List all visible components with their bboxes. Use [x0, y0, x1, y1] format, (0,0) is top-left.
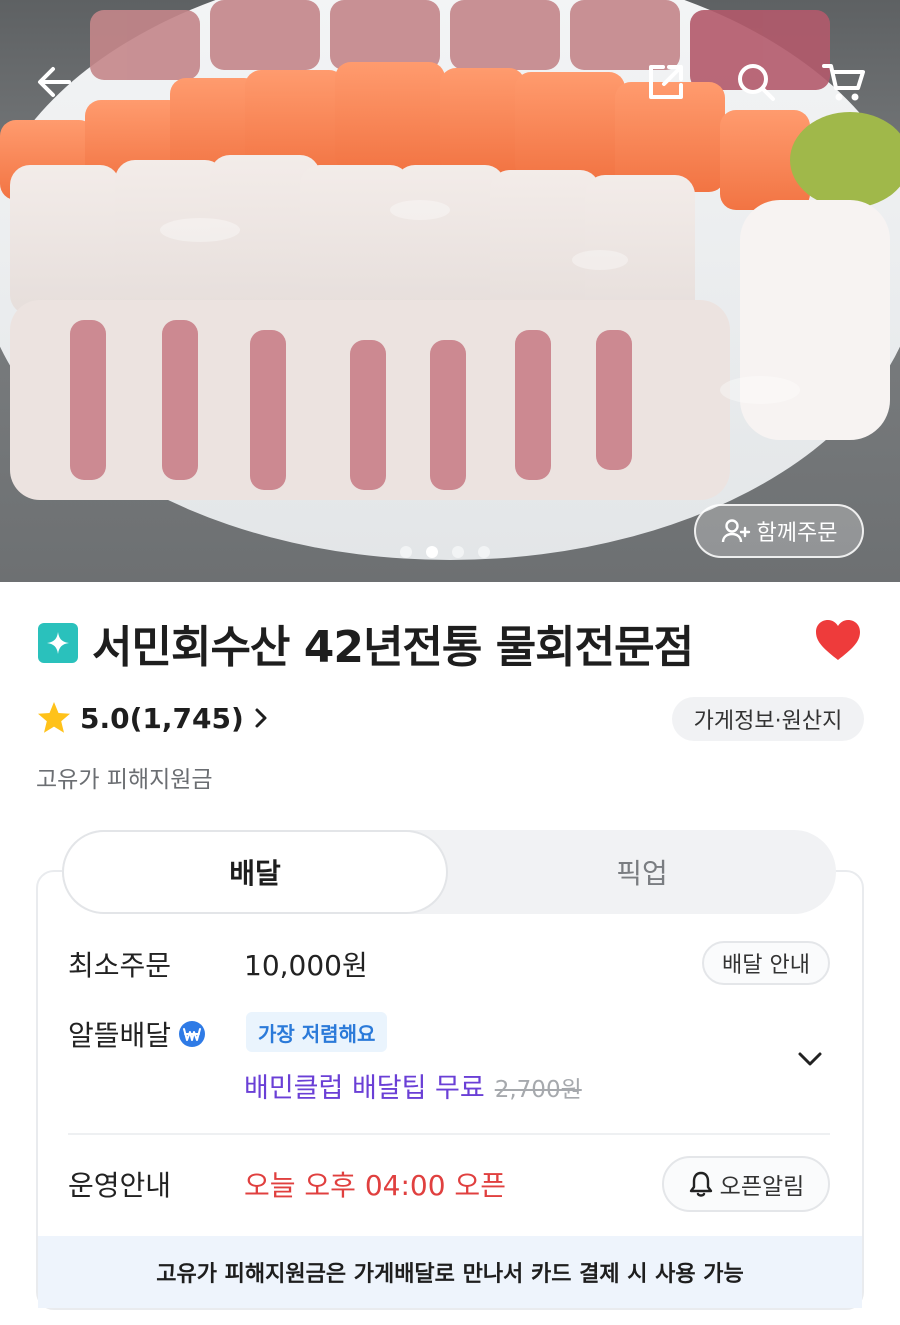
store-badge-icon — [38, 623, 78, 663]
star-icon — [38, 702, 70, 733]
cheapest-tag: 가장 저렴해요 — [246, 1012, 388, 1052]
carousel-dot[interactable] — [452, 546, 464, 558]
share-button[interactable] — [638, 54, 694, 110]
cart-icon — [822, 64, 865, 101]
delivery-info-button[interactable]: 배달 안내 — [702, 941, 830, 985]
hours-label: 운영안내 — [68, 1169, 172, 1202]
carousel-dot-active[interactable] — [426, 546, 438, 558]
rating-link[interactable]: 5.0(1,745) — [36, 698, 270, 738]
baemin-club-text: 배민클럽 배달팁 무료 — [244, 1073, 485, 1104]
group-order-button[interactable]: 함께주문 — [694, 504, 864, 558]
group-order-label: 함께주문 — [756, 521, 838, 546]
baemin-club-tip: 배민클럽 배달팁 무료 2,700원 — [244, 1066, 582, 1105]
carousel-indicator — [400, 546, 490, 558]
search-icon — [738, 64, 775, 101]
sparkle-icon — [47, 632, 69, 654]
rating-score: 5.0(1,745) — [80, 701, 244, 735]
share-icon — [649, 65, 683, 99]
back-button[interactable] — [26, 54, 82, 110]
favorite-button[interactable] — [814, 618, 862, 666]
min-order-value: 10,000원 — [244, 949, 368, 982]
carousel-dot[interactable] — [478, 546, 490, 558]
store-info-button[interactable]: 가게정보·원산지 — [672, 697, 864, 741]
expand-button[interactable] — [792, 1044, 828, 1078]
subsidy-notice: 고유가 피해지원금은 가게배달로 만나서 카드 결제 시 사용 가능 — [38, 1236, 862, 1308]
bell-icon — [689, 1171, 712, 1197]
min-order-label: 최소주문 — [68, 949, 172, 982]
chevron-down-icon — [798, 1052, 822, 1066]
carousel-dot[interactable] — [400, 546, 412, 558]
subsidy-label: 고유가 피해지원금 — [36, 767, 213, 793]
arrow-left-icon — [38, 67, 71, 97]
open-time: 오늘 오후 04:00 오픈 — [244, 1169, 506, 1202]
original-delivery-tip: 2,700원 — [494, 1077, 582, 1103]
open-alarm-button[interactable]: 오픈알림 — [662, 1156, 830, 1212]
store-name: 서민회수산 42년전통 물회전문점 — [92, 622, 694, 673]
search-button[interactable] — [728, 54, 784, 110]
cart-button[interactable] — [816, 54, 872, 110]
order-type-tabs: 배달 픽업 — [62, 830, 836, 914]
chevron-right-icon — [255, 708, 267, 728]
heart-icon — [816, 620, 860, 660]
saver-delivery-label: 알뜰배달 — [68, 1019, 172, 1052]
open-alarm-label: 오픈알림 — [719, 1174, 805, 1200]
tab-delivery[interactable]: 배달 — [62, 830, 448, 914]
divider — [68, 1133, 830, 1135]
add-person-icon — [721, 519, 750, 543]
saver-delivery-label-group: 알뜰배달 — [68, 1014, 207, 1054]
tab-pickup[interactable]: 픽업 — [448, 830, 836, 914]
store-title-row: 서민회수산 42년전통 물회전문점 — [38, 612, 868, 674]
store-photo-carousel[interactable]: 함께주문 — [0, 0, 900, 582]
won-coin-icon — [179, 1021, 206, 1047]
